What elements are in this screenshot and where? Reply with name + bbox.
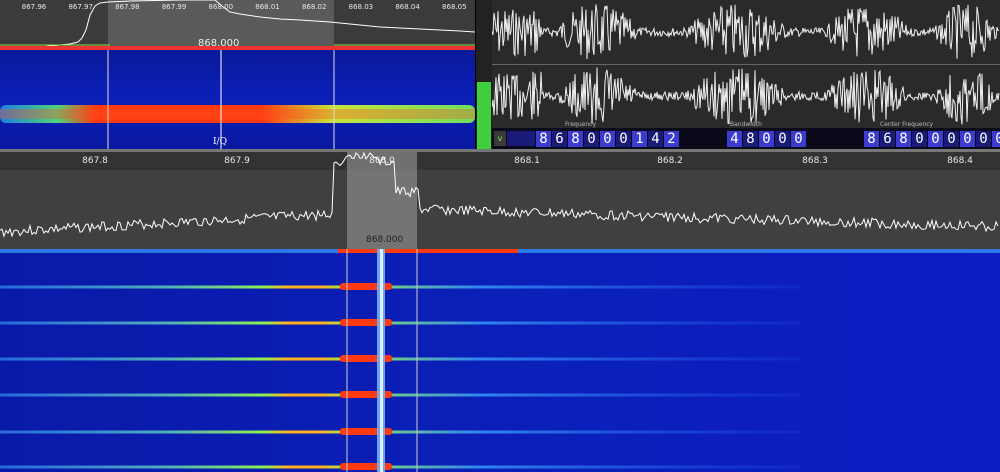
digit-cell[interactable]: 8 [864, 131, 879, 147]
iq-label: I/Q [213, 137, 227, 147]
main-waterfall[interactable] [0, 249, 1000, 472]
digit-cell[interactable]: 4 [648, 131, 663, 147]
main-spectrum-trace [0, 152, 999, 238]
digit-cell[interactable]: 1 [632, 131, 647, 147]
digit-cell[interactable]: 0 [600, 131, 615, 147]
bandwidth-label: Bandwidth [730, 121, 762, 128]
digit-cell[interactable]: 0 [791, 131, 806, 147]
zoom-spectrum-plot[interactable]: 867.96 867.97 867.98 867.99 868.00 868.01 868.… [0, 0, 475, 50]
audio-waveform [492, 0, 1000, 128]
digit-cell[interactable]: 0 [960, 131, 975, 147]
main-spectrum-plot[interactable]: 867.8 867.9 868.0 868.1 868.2 868.3 868.4 868.… [0, 152, 1000, 249]
audio-scope[interactable] [492, 0, 1000, 128]
digit-cell[interactable]: 6 [552, 131, 567, 147]
frequency-label: Frequency [565, 121, 596, 128]
digit-cell[interactable]: 8 [536, 131, 551, 147]
digit-cell[interactable]: 0 [928, 131, 943, 147]
zoom-waterfall[interactable]: I/Q [0, 50, 475, 149]
zoom-center-frequency-label: 868.000 [198, 38, 240, 49]
digit-cell[interactable]: 8 [743, 131, 758, 147]
digit-cell[interactable]: 0 [759, 131, 774, 147]
digit-cell[interactable]: 0 [976, 131, 991, 147]
digit-cell[interactable]: 2 [664, 131, 679, 147]
zoom-waterfall-image [0, 50, 475, 149]
digit-cell[interactable]: 0 [775, 131, 790, 147]
frequency-spacer [507, 131, 535, 146]
digit-cell[interactable]: 0 [584, 131, 599, 147]
digit-cell[interactable]: 0 [912, 131, 927, 147]
digit-cell[interactable]: 8 [568, 131, 583, 147]
center-frequency-label: Center Frequency [880, 121, 934, 128]
main-center-frequency-label: 868.000 [366, 235, 404, 245]
digit-cell[interactable]: 0 [944, 131, 959, 147]
panel-toggle-button[interactable]: v [494, 131, 506, 146]
digit-cell[interactable]: 4 [727, 131, 742, 147]
digit-cell[interactable]: 6 [880, 131, 895, 147]
digit-cell[interactable]: 0 [616, 131, 631, 147]
main-waterfall-image [0, 249, 1000, 472]
digit-cell[interactable]: 8 [896, 131, 911, 147]
digit-cell[interactable]: 0 [992, 131, 1000, 147]
signal-level-fill [477, 82, 491, 149]
